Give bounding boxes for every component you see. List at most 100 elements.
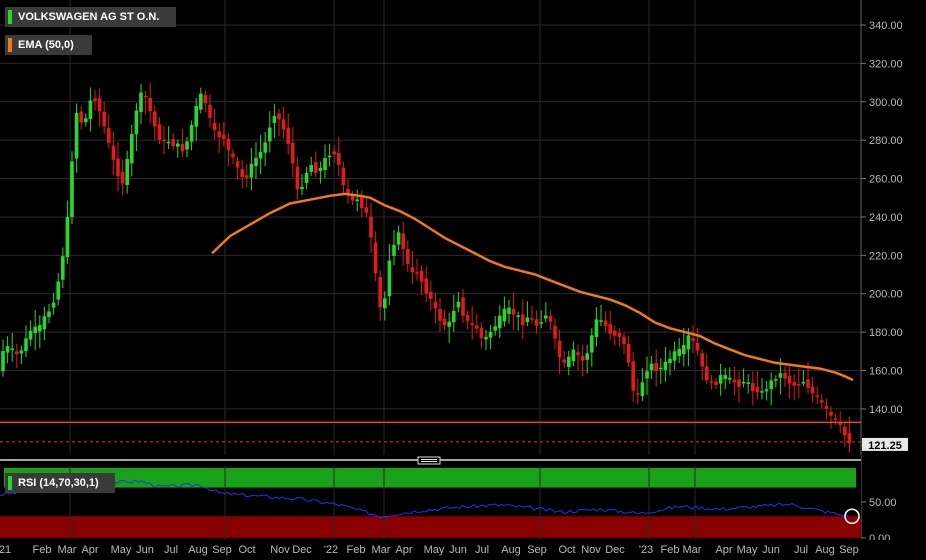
candle-body [419, 270, 424, 282]
candle-body [516, 315, 520, 317]
candle-body [88, 100, 93, 120]
x-tick-label: Mar [372, 544, 391, 556]
x-tick-label: Feb [661, 544, 680, 556]
candle-body [176, 143, 180, 147]
candle-body [815, 395, 819, 397]
candle-body [410, 267, 415, 272]
candle-body [608, 324, 612, 334]
candle-body [424, 278, 428, 294]
candle-body [148, 97, 152, 112]
candle-body [820, 400, 824, 403]
candle-body [281, 119, 286, 130]
candle-body [663, 361, 668, 371]
splitter-grip-icon[interactable] [417, 456, 441, 465]
candle-body [617, 332, 622, 337]
candle-body [737, 379, 741, 387]
candle-body [189, 125, 194, 142]
candle-body [838, 423, 842, 425]
candle-body [355, 199, 359, 202]
x-tick-label: Apr [715, 544, 732, 556]
candle-body [672, 351, 677, 361]
candle-body [534, 319, 539, 326]
candle-body [373, 242, 378, 274]
candle-body [442, 318, 447, 326]
candle-body [272, 116, 277, 124]
candle-body [286, 127, 290, 144]
x-tick-label: May [424, 544, 445, 556]
x-tick-label: Jun [449, 544, 467, 556]
candle-body [746, 382, 750, 384]
candle-body [309, 165, 313, 172]
x-tick-label: Aug [815, 544, 835, 556]
price-chart[interactable]: 340.00 320.00 300.00 280.00 260.00 240.00 220.… [0, 0, 926, 560]
candle-body [682, 345, 686, 355]
candle-body [93, 98, 97, 101]
legend-price-series[interactable]: VOLKSWAGEN AG ST O.N. [5, 7, 176, 27]
legend-ema-series[interactable]: EMA (50,0) [5, 35, 92, 55]
candle-body [709, 381, 714, 383]
candle-body [245, 175, 249, 178]
candle-body [231, 153, 235, 158]
x-tick-label: Nov [581, 544, 601, 556]
candle-body [585, 353, 589, 360]
x-tick-label: Aug [501, 544, 521, 556]
candle-body [314, 162, 318, 173]
x-tick-label: Aug [188, 544, 208, 556]
legend-label-ema: EMA (50,0) [18, 39, 74, 51]
candle-body [327, 155, 332, 158]
candle-body [797, 383, 801, 386]
candle-body [268, 127, 272, 142]
x-tick-label: May [111, 544, 132, 556]
legend-label-rsi: RSI (14,70,30,1) [18, 477, 99, 489]
candle-body [557, 340, 562, 358]
y-tick-label: 240.00 [869, 212, 903, 224]
candle-body [562, 359, 566, 363]
y-tick-label: 140.00 [869, 404, 903, 416]
x-tick-label: Apr [395, 544, 412, 556]
y-axis-ticks: 340.00 320.00 300.00 280.00 260.00 240.00 220.… [861, 20, 903, 416]
candle-body [764, 389, 769, 392]
y-tick-label: 300.00 [869, 97, 903, 109]
candle-body [337, 153, 341, 165]
candle-body [429, 291, 433, 299]
candle-body [222, 134, 226, 140]
candle-body [787, 375, 792, 384]
candle-body [120, 171, 125, 184]
candle-body [806, 379, 810, 389]
candle-body [166, 141, 171, 144]
candle-body [511, 309, 516, 315]
candle-body [406, 248, 410, 264]
candle-body [401, 233, 405, 249]
candle-body [203, 95, 208, 104]
candle-body [461, 297, 465, 316]
candle-body [488, 331, 493, 338]
candle-body [254, 158, 258, 167]
candle-body [553, 325, 557, 339]
x-tick-label: Oct [238, 544, 255, 556]
x-tick-label: Sep [212, 544, 232, 556]
x-tick-label: Jun [762, 544, 780, 556]
candle-body [162, 139, 166, 142]
candle-body [208, 104, 212, 118]
candle-body [130, 134, 134, 164]
candle-body [760, 391, 764, 393]
candle-body [291, 142, 295, 164]
candle-body [741, 381, 746, 384]
candle-body [686, 335, 691, 350]
candle-body [778, 373, 783, 378]
candle-body [548, 315, 553, 322]
candle-body [640, 382, 645, 396]
candle-body [824, 405, 829, 409]
x-tick-label: Feb [347, 544, 366, 556]
x-tick-label: Jul [475, 544, 489, 556]
candle-body [111, 145, 116, 160]
candle-body [718, 375, 723, 384]
candle-body [636, 393, 640, 395]
legend-rsi-series[interactable]: RSI (14,70,30,1) [5, 473, 115, 493]
candle-body [465, 314, 470, 321]
y-tick-label: 320.00 [869, 58, 903, 70]
candle-body [659, 367, 663, 370]
candle-body [695, 342, 700, 351]
candle-body [97, 98, 102, 112]
candle-body [143, 95, 148, 98]
